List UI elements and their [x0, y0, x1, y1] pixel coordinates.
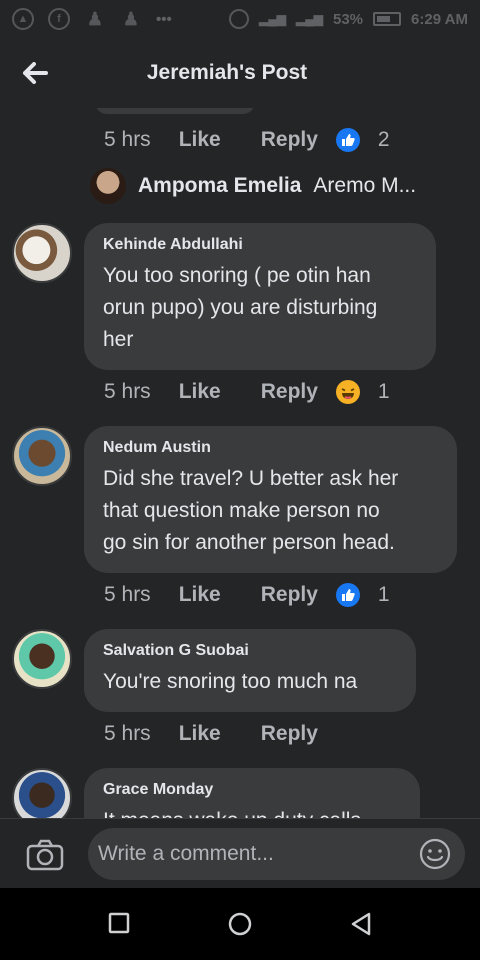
like-button[interactable]: Like: [179, 380, 221, 404]
avatar[interactable]: [12, 223, 72, 283]
comment-text: go sin for another person head.: [103, 531, 395, 554]
comment-text: Did she travel? U better ask her: [103, 467, 399, 490]
header: Jeremiah's Post: [0, 38, 480, 108]
comment-bubble[interactable]: Salvation G Suobai You're snoring too mu…: [84, 629, 416, 712]
avatar[interactable]: [12, 768, 72, 818]
person-icon: ♟: [86, 8, 104, 29]
battery-icon: [373, 12, 402, 26]
reply-preview-text: Aremo M...: [313, 174, 417, 197]
comment-author-name[interactable]: Grace Monday: [103, 781, 400, 799]
like-button[interactable]: Like: [179, 583, 221, 607]
comment-actions: 5 hrs Like Reply 1: [104, 380, 390, 404]
system-navigation-bar: [0, 888, 480, 960]
like-button[interactable]: Like: [179, 722, 221, 746]
avatar[interactable]: [12, 629, 72, 689]
camera-button[interactable]: [26, 839, 64, 871]
reply-preview[interactable]: Ampoma Emelia Aremo M...: [90, 168, 416, 204]
like-reaction-icon: [335, 128, 360, 152]
comment-author-name[interactable]: Salvation G Suobai: [103, 642, 396, 660]
battery-level: 53%: [333, 10, 364, 28]
facebook-icon: f: [48, 8, 70, 30]
more-notifications-icon: •••: [156, 10, 172, 28]
page-title: Jeremiah's Post: [146, 61, 308, 84]
comment-text: You're snoring too much na: [103, 670, 358, 693]
comment-composer: Write a comment...: [0, 818, 480, 888]
comment-bubble[interactable]: Kehinde Abdullahi You too snoring ( pe o…: [84, 223, 436, 370]
avatar[interactable]: [12, 426, 72, 486]
signal-icon: ▂▄▆: [259, 12, 287, 26]
comment-text: orun pupo) you are disturbing: [103, 296, 378, 319]
reply-author-name: Ampoma Emelia: [138, 174, 302, 197]
comment-time: 5 hrs: [104, 380, 151, 403]
back-nav-button[interactable]: [349, 911, 375, 937]
clock: 6:29 AM: [411, 10, 468, 28]
triangle-back-icon: [351, 912, 371, 936]
comment-text: It means wake up duty calls: [103, 805, 400, 818]
comment-time: 5 hrs: [104, 128, 151, 151]
reply-button[interactable]: Reply: [261, 583, 318, 607]
emoji-button[interactable]: [419, 838, 451, 870]
square-icon: [108, 912, 130, 934]
comment-actions: 5 hrs Like Reply 1: [104, 583, 390, 607]
comment-text: her: [103, 328, 134, 351]
previous-comment-bubble: [95, 108, 255, 114]
comment-input-placeholder: Write a comment...: [98, 842, 274, 865]
reaction-count: 1: [377, 380, 390, 403]
comment-feed[interactable]: 5 hrs Like Reply 2 Ampoma Emelia Aremo M…: [0, 108, 480, 818]
comment-text: that question make person no: [103, 499, 380, 522]
comment-text: You too snoring ( pe otin han: [103, 264, 371, 287]
haha-reaction-icon: [335, 380, 360, 404]
comment-actions: 5 hrs Like Reply 2: [104, 128, 390, 152]
avatar: [90, 168, 126, 204]
reply-button[interactable]: Reply: [261, 380, 318, 404]
reply-button[interactable]: Reply: [261, 128, 318, 152]
comment-bubble[interactable]: Grace Monday It means wake up duty calls: [84, 768, 420, 818]
camera-icon: [26, 839, 64, 871]
comment-author-name[interactable]: Kehinde Abdullahi: [103, 236, 416, 254]
recents-button[interactable]: [107, 911, 133, 937]
alarm-icon: [229, 9, 250, 29]
shield-icon: ▲: [12, 8, 34, 30]
reaction-count: 2: [377, 128, 390, 151]
person-icon: ♟: [122, 8, 140, 29]
comment-input[interactable]: Write a comment...: [88, 828, 465, 880]
home-button[interactable]: [227, 911, 253, 937]
comment-time: 5 hrs: [104, 722, 151, 745]
like-button[interactable]: Like: [179, 128, 221, 152]
reaction-count: 1: [377, 583, 390, 606]
comment-author-name[interactable]: Nedum Austin: [103, 439, 437, 457]
comment-actions: 5 hrs Like Reply: [104, 722, 318, 746]
like-reaction-icon: [335, 583, 360, 607]
comment-bubble[interactable]: Nedum Austin Did she travel? U better as…: [84, 426, 457, 573]
status-bar: ▲ f ♟ ♟ ••• ▂▄▆ ▂▄▆ 53% 6:29 AM: [0, 0, 480, 38]
signal-icon: ▂▄▆: [296, 12, 323, 26]
comment-time: 5 hrs: [104, 583, 151, 606]
circle-icon: [228, 912, 252, 936]
smiley-icon: [419, 838, 451, 870]
reply-button[interactable]: Reply: [261, 722, 318, 746]
